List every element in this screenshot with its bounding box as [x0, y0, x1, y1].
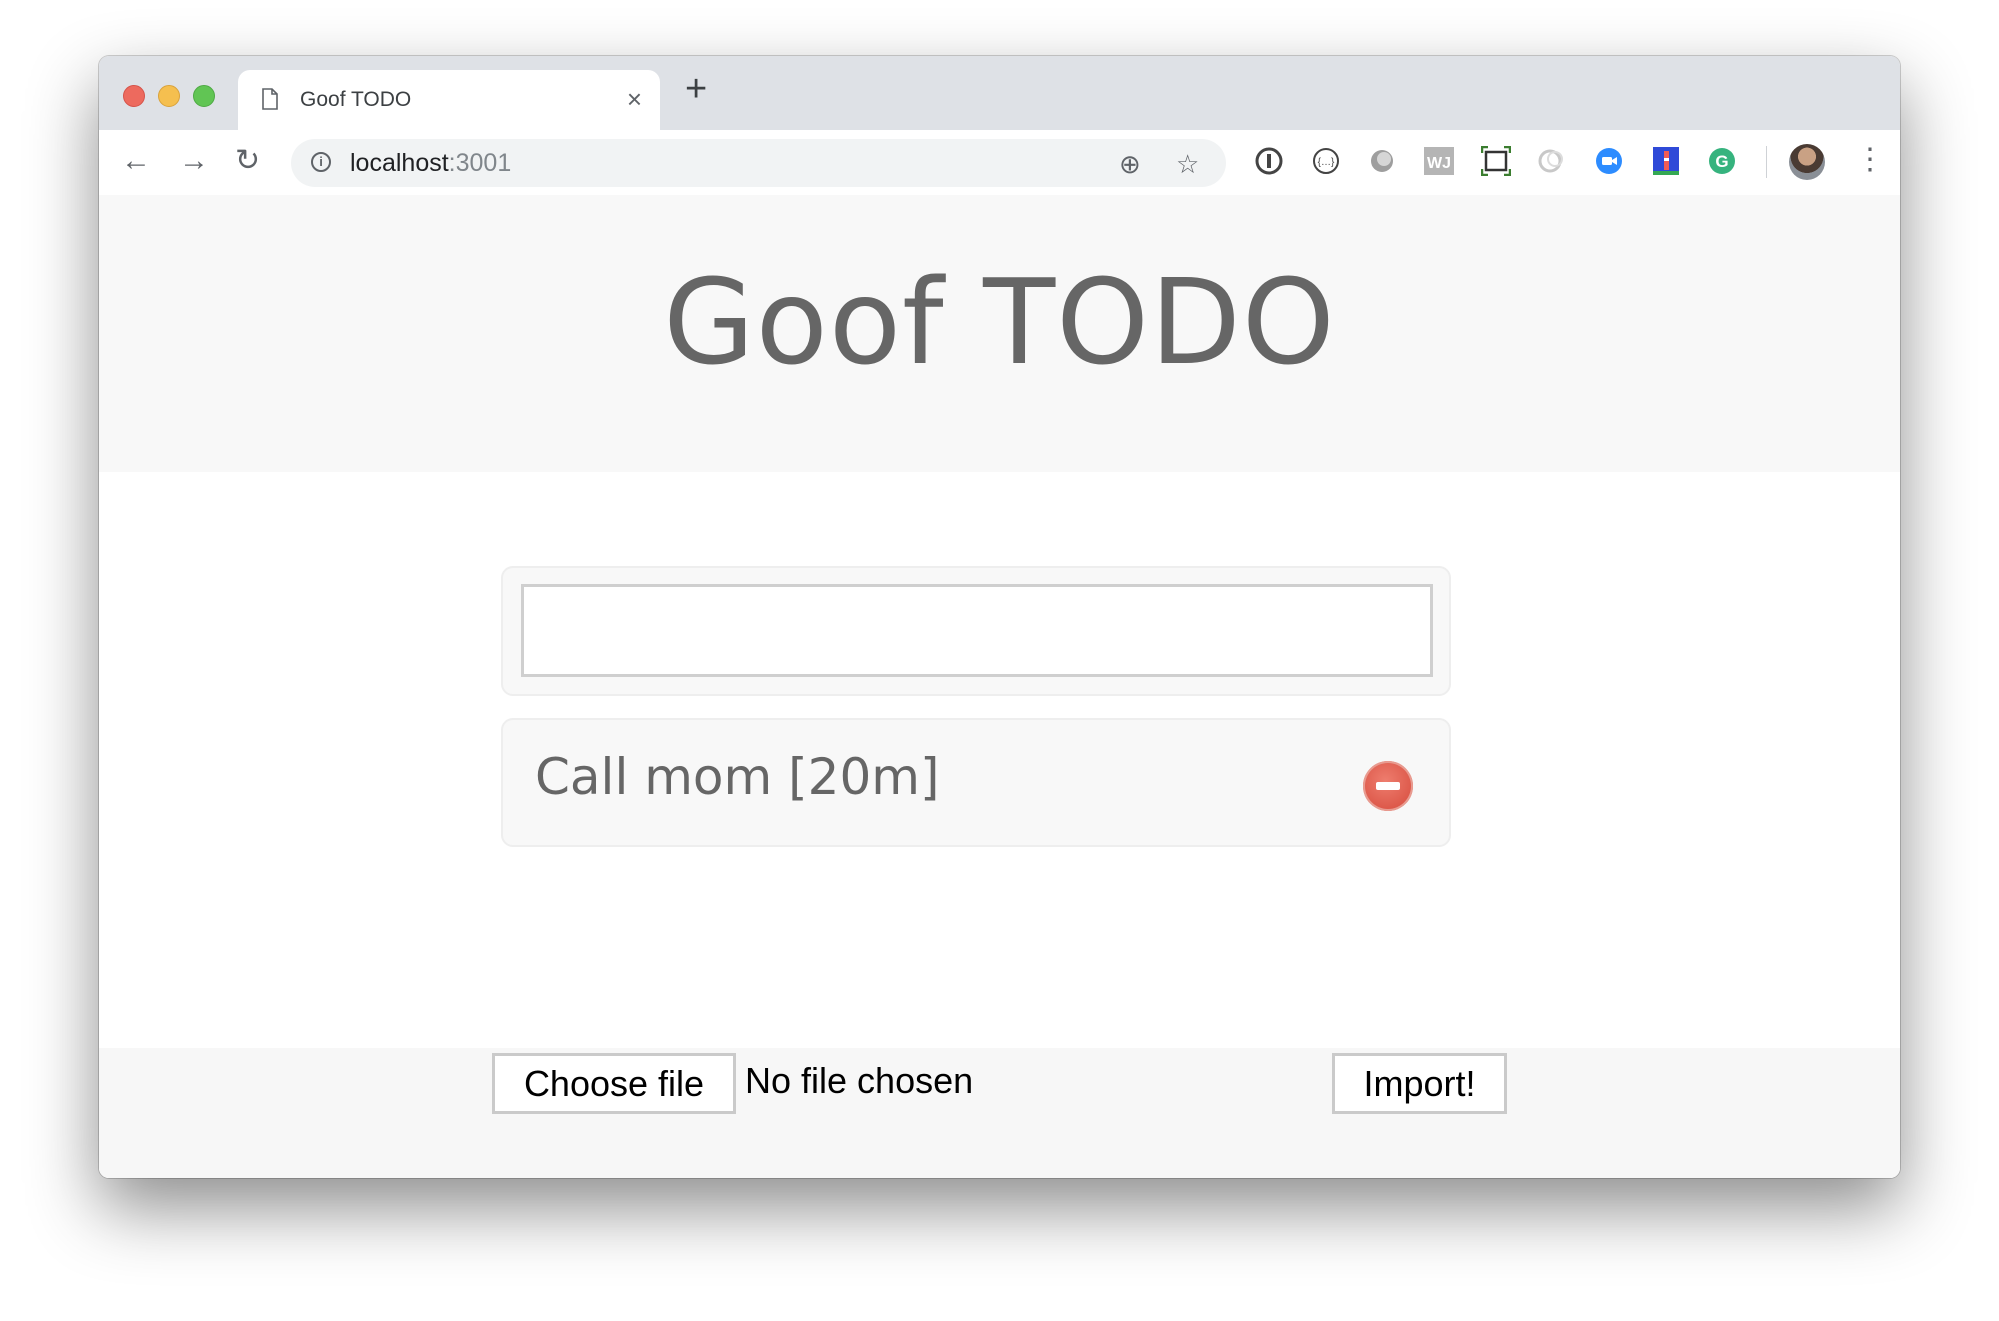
url-text[interactable]: localhost:3001	[350, 149, 511, 178]
maximize-window-button[interactable]	[193, 85, 215, 107]
choose-file-button[interactable]: Choose file	[492, 1053, 736, 1114]
forward-icon[interactable]: →	[179, 144, 209, 178]
close-window-button[interactable]	[123, 85, 145, 107]
tab-title: Goof TODO	[300, 88, 412, 111]
svg-text:G: G	[1715, 152, 1728, 171]
about-container: about	[99, 1174, 1900, 1178]
todo-item-text[interactable]: Call mom [20m]	[535, 748, 939, 806]
menu-kebab-icon[interactable]: ⋮	[1855, 140, 1885, 180]
grammarly-icon[interactable]: G	[1707, 146, 1737, 176]
new-todo-card	[501, 566, 1451, 696]
about-link[interactable]: about	[927, 1174, 1071, 1178]
wj-icon[interactable]: WJ	[1424, 146, 1454, 176]
bookmark-star-icon[interactable]: ☆	[1176, 149, 1199, 180]
tab-strip: Goof TODO × +	[99, 56, 1900, 130]
page-icon	[262, 88, 278, 110]
import-button[interactable]: Import!	[1332, 1053, 1507, 1114]
tab-goof-todo[interactable]: Goof TODO ×	[238, 70, 660, 130]
toolbar-divider	[1766, 146, 1767, 178]
onepassword-icon[interactable]	[1254, 146, 1284, 176]
page-content: Goof TODO Call mom [20m] Choose file No …	[99, 195, 1900, 1178]
screenshot-icon[interactable]	[1481, 146, 1511, 176]
profile-avatar[interactable]	[1789, 144, 1825, 180]
minimize-window-button[interactable]	[158, 85, 180, 107]
back-icon[interactable]: ←	[121, 144, 151, 178]
zoom-in-icon[interactable]: ⊕	[1119, 149, 1141, 180]
json-viewer-icon[interactable]: {…}	[1311, 146, 1341, 176]
import-footer: Choose file No file chosen Import! about	[99, 1048, 1900, 1178]
lighthouse-icon[interactable]	[1651, 146, 1681, 176]
file-status-text: No file chosen	[745, 1060, 974, 1101]
browser-toolbar: ← → ↻ i localhost:3001 ⊕ ☆ {…} WJ G ⋮	[99, 130, 1900, 196]
remove-todo-icon[interactable]	[1363, 761, 1413, 811]
zoom-meetings-icon[interactable]	[1594, 146, 1624, 176]
reload-icon[interactable]: ↻	[235, 144, 260, 178]
todo-item: Call mom [20m]	[501, 718, 1451, 847]
new-todo-input[interactable]	[521, 584, 1433, 677]
browser-window: Goof TODO × + ← → ↻ i localhost:3001 ⊕ ☆…	[99, 56, 1900, 1178]
new-tab-button[interactable]: +	[685, 68, 707, 111]
extension-circle-icon[interactable]	[1537, 146, 1567, 176]
extension-grey-icon[interactable]	[1367, 146, 1397, 176]
page-header: Goof TODO	[99, 195, 1900, 472]
svg-text:WJ: WJ	[1427, 155, 1451, 172]
info-icon[interactable]: i	[311, 152, 331, 172]
svg-text:{…}: {…}	[1318, 157, 1335, 168]
page-title: Goof TODO	[663, 253, 1336, 391]
address-bar[interactable]: i localhost:3001 ⊕ ☆	[291, 139, 1226, 187]
close-tab-icon[interactable]: ×	[627, 84, 642, 115]
